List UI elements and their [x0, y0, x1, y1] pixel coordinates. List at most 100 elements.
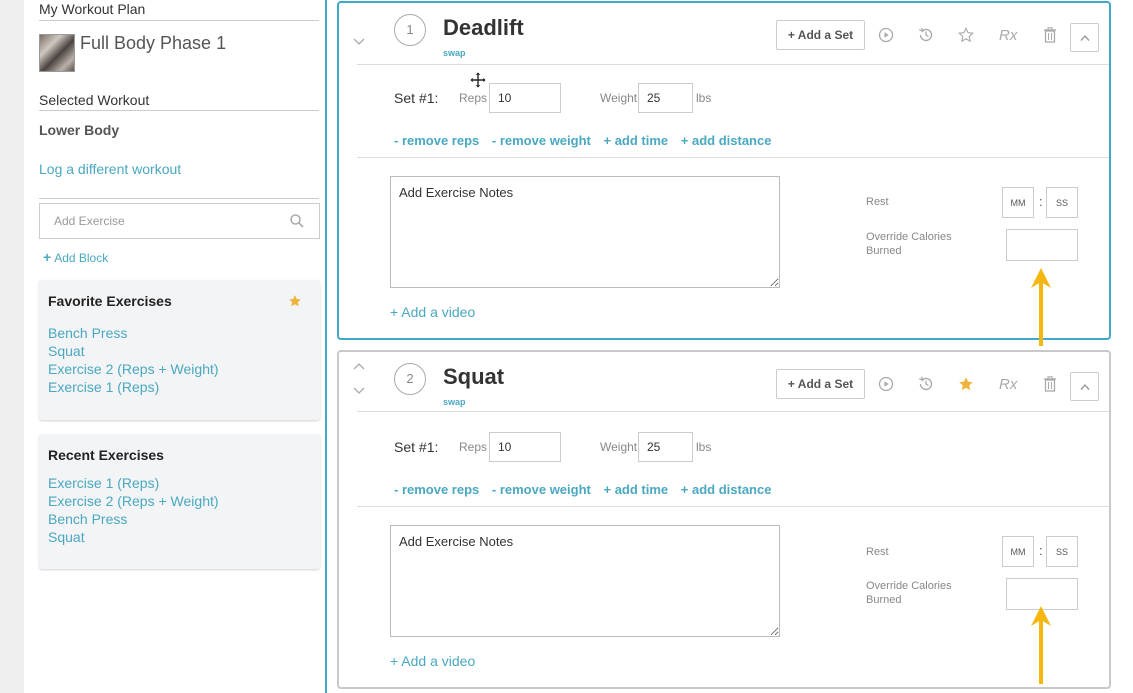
divider	[357, 506, 1109, 507]
selected-workout-name: Lower Body	[39, 122, 120, 138]
override-calories-input[interactable]	[1006, 229, 1078, 261]
star-icon	[289, 295, 301, 307]
set-label: Set #1:	[394, 90, 439, 106]
divider	[357, 411, 1109, 412]
remove-reps-link[interactable]: - remove reps	[394, 133, 479, 148]
override-calories-label: Override Calories Burned	[866, 231, 952, 257]
divider	[357, 157, 1109, 158]
list-item[interactable]: Bench Press	[48, 324, 219, 342]
list-item[interactable]: Bench Press	[48, 510, 219, 528]
workout-builder-app: My Workout Plan Full Body Phase 1 Select…	[0, 0, 1133, 693]
selected-workout-heading: Selected Workout	[39, 92, 150, 108]
main-area-border	[325, 0, 327, 693]
recent-exercises-title: Recent Exercises	[48, 447, 164, 463]
set-actions: - remove reps - remove weight + add time…	[394, 133, 780, 148]
exercise-number: 1	[394, 14, 426, 46]
chevron-up-icon	[1080, 383, 1090, 390]
add-time-link[interactable]: + add time	[603, 133, 668, 148]
annotation-arrow-icon	[1031, 268, 1051, 346]
favorite-exercises-list: Bench Press Squat Exercise 2 (Reps + Wei…	[48, 324, 219, 396]
exercise-title: Deadlift	[443, 15, 524, 40]
star-outline-icon[interactable]	[957, 26, 975, 44]
remove-weight-link[interactable]: - remove weight	[492, 482, 591, 497]
sidebar: My Workout Plan Full Body Phase 1 Select…	[24, 0, 330, 693]
recent-exercises-panel: Recent Exercises Exercise 1 (Reps) Exerc…	[39, 434, 320, 569]
rest-colon: :	[1039, 194, 1043, 209]
add-set-button[interactable]: + Add a Set	[776, 20, 865, 50]
weight-unit: lbs	[696, 91, 712, 105]
weight-unit: lbs	[696, 440, 712, 454]
rest-label: Rest	[866, 196, 889, 208]
rx-button[interactable]: Rx	[999, 376, 1017, 393]
swap-link[interactable]: swap	[443, 397, 466, 407]
divider	[39, 110, 319, 111]
move-cursor-icon	[470, 72, 486, 88]
list-item[interactable]: Exercise 2 (Reps + Weight)	[48, 492, 219, 510]
rest-label: Rest	[866, 546, 889, 558]
remove-weight-link[interactable]: - remove weight	[492, 133, 591, 148]
list-item[interactable]: Exercise 1 (Reps)	[48, 474, 219, 492]
swap-link[interactable]: swap	[443, 48, 466, 58]
weight-label: Weight	[600, 91, 638, 105]
add-video-link[interactable]: + Add a video	[390, 304, 475, 320]
add-set-button[interactable]: + Add a Set	[776, 369, 865, 399]
list-item[interactable]: Exercise 2 (Reps + Weight)	[48, 360, 219, 378]
exercise-notes-textarea[interactable]	[390, 176, 780, 288]
log-different-workout-link[interactable]: Log a different workout	[39, 161, 181, 177]
weight-input[interactable]	[638, 432, 693, 462]
reps-input[interactable]	[489, 432, 561, 462]
history-icon[interactable]	[917, 26, 935, 44]
add-distance-link[interactable]: + add distance	[681, 133, 772, 148]
reps-input[interactable]	[489, 83, 561, 113]
exercise-title: Squat	[443, 364, 505, 389]
exercise-card: 1 Deadlift swap + Add a Set Rx Set #1: R…	[337, 1, 1111, 340]
add-block-label: Add Block	[54, 251, 109, 265]
exercise-card: 2 Squat swap + Add a Set Rx Set #1: Reps…	[337, 350, 1111, 689]
annotation-arrow-icon	[1031, 606, 1051, 684]
plan-heading: My Workout Plan	[39, 1, 146, 17]
divider	[39, 20, 319, 21]
trash-icon[interactable]	[1041, 375, 1059, 393]
play-icon[interactable]	[877, 375, 895, 393]
history-icon[interactable]	[917, 375, 935, 393]
favorite-exercises-panel: Favorite Exercises Bench Press Squat Exe…	[39, 280, 320, 420]
rx-button[interactable]: Rx	[999, 27, 1017, 44]
rest-seconds-input[interactable]	[1046, 536, 1078, 567]
divider	[357, 64, 1109, 65]
add-distance-link[interactable]: + add distance	[681, 482, 772, 497]
rest-minutes-input[interactable]	[1002, 536, 1034, 567]
add-video-link[interactable]: + Add a video	[390, 653, 475, 669]
chevron-up-icon	[1080, 34, 1090, 41]
override-calories-label: Override Calories Burned	[866, 580, 952, 606]
star-icon[interactable]	[957, 375, 975, 393]
exercise-notes-textarea[interactable]	[390, 525, 780, 637]
rest-colon: :	[1039, 543, 1043, 558]
list-item[interactable]: Squat	[48, 342, 219, 360]
collapse-button[interactable]	[1070, 372, 1099, 401]
trash-icon[interactable]	[1041, 26, 1059, 44]
rest-minutes-input[interactable]	[1002, 187, 1034, 218]
remove-reps-link[interactable]: - remove reps	[394, 482, 479, 497]
plan-thumbnail	[39, 34, 75, 72]
search-icon[interactable]	[290, 214, 304, 228]
add-block-button[interactable]: + Add Block	[43, 249, 108, 265]
add-time-link[interactable]: + add time	[603, 482, 668, 497]
weight-label: Weight	[600, 440, 638, 454]
set-label: Set #1:	[394, 439, 439, 455]
chevron-down-icon[interactable]	[353, 387, 365, 395]
weight-input[interactable]	[638, 83, 693, 113]
chevron-up-icon[interactable]	[353, 362, 365, 370]
add-exercise-input[interactable]	[39, 203, 320, 239]
list-item[interactable]: Exercise 1 (Reps)	[48, 378, 219, 396]
plan-name[interactable]: Full Body Phase 1	[80, 33, 226, 54]
recent-exercises-list: Exercise 1 (Reps) Exercise 2 (Reps + Wei…	[48, 474, 219, 546]
reps-label: Reps	[459, 440, 488, 454]
favorite-exercises-title: Favorite Exercises	[48, 293, 172, 309]
collapse-button[interactable]	[1070, 23, 1099, 52]
left-edge-bar	[0, 0, 24, 693]
rest-seconds-input[interactable]	[1046, 187, 1078, 218]
list-item[interactable]: Squat	[48, 528, 219, 546]
set-actions: - remove reps - remove weight + add time…	[394, 482, 780, 497]
chevron-down-icon[interactable]	[353, 38, 365, 46]
play-icon[interactable]	[877, 26, 895, 44]
